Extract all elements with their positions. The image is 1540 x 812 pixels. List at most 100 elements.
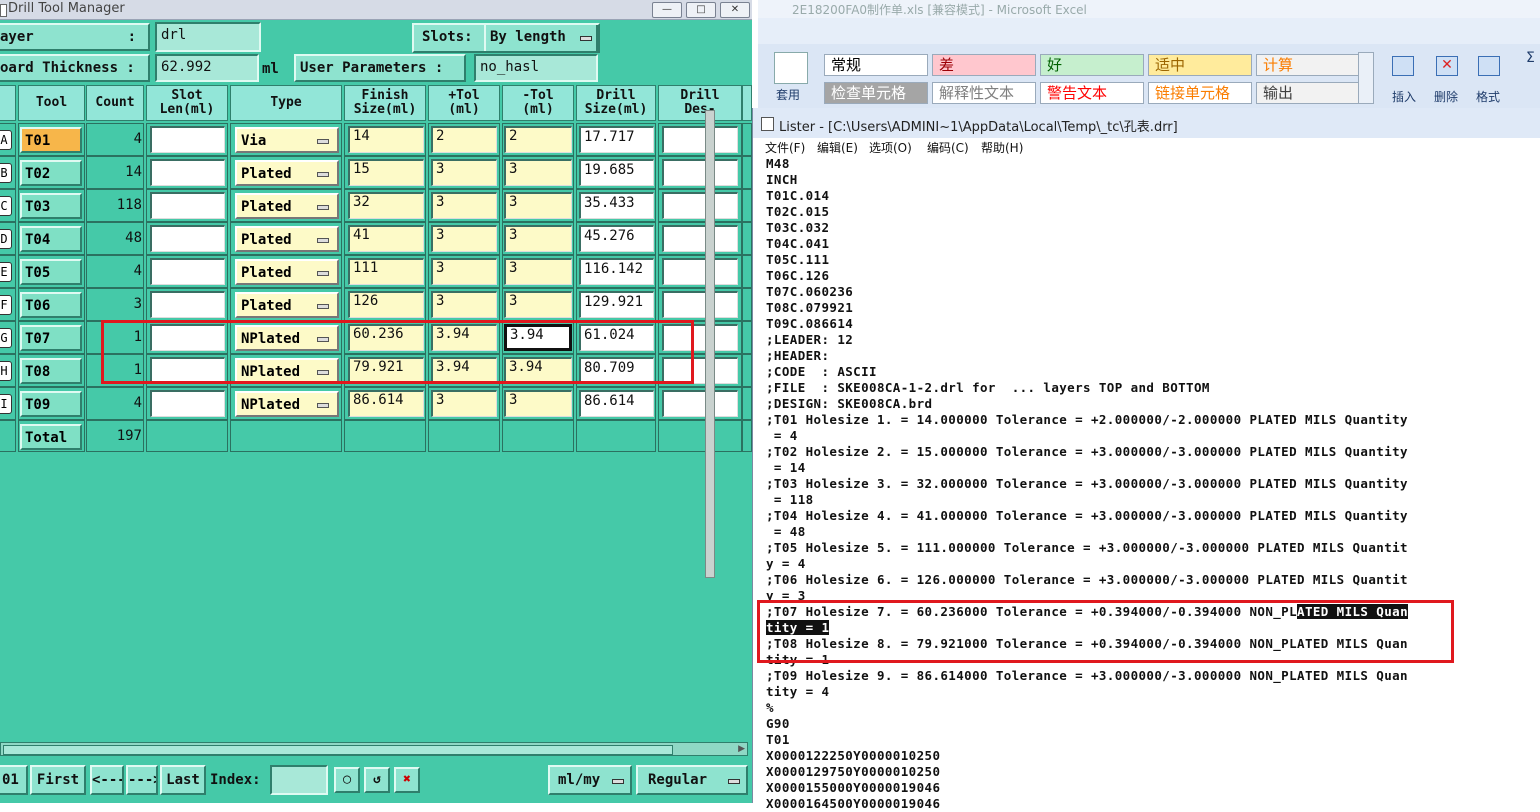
apply-format-label[interactable]: 套用 [776, 86, 800, 103]
ptol-input[interactable]: 3 [431, 159, 497, 186]
slot-length-input[interactable] [150, 225, 225, 252]
finish-input[interactable]: 126 [348, 291, 424, 318]
drill-size-input[interactable]: 86.614 [579, 390, 654, 417]
ptol-input[interactable]: 3 [431, 258, 497, 285]
slot-length-input[interactable] [150, 291, 225, 318]
insert-button-label[interactable]: 插入 [1392, 88, 1416, 105]
format-button-label[interactable]: 格式 [1476, 88, 1500, 105]
tool-button[interactable]: T08 [20, 358, 82, 384]
insert-icon[interactable] [1388, 52, 1418, 80]
close-button[interactable]: ✕ [720, 2, 750, 18]
refresh-icon[interactable]: ↺ [364, 767, 390, 793]
slot-length-input[interactable] [150, 192, 225, 219]
finish-input[interactable]: 15 [348, 159, 424, 186]
ntol-input[interactable]: 3 [504, 390, 572, 417]
board-thickness-input[interactable]: 62.992 [155, 54, 259, 82]
tool-button[interactable]: T02 [20, 160, 82, 186]
cell-style-swatch[interactable]: 警告文本 [1040, 82, 1144, 104]
mode-dropdown[interactable]: Regular [636, 765, 748, 795]
first-button[interactable]: First [30, 765, 86, 795]
table-format-icon[interactable] [774, 52, 808, 84]
gallery-scroll[interactable] [1358, 52, 1374, 104]
cell-style-swatch[interactable]: 常规 [824, 54, 928, 76]
menu-item[interactable]: 帮助(H) [981, 139, 1023, 156]
next-button[interactable]: ---> [126, 765, 158, 795]
ntol-input[interactable]: 2 [504, 126, 572, 153]
delete-icon[interactable]: ✖ [394, 767, 420, 793]
cell-style-swatch[interactable]: 检查单元格 [824, 82, 928, 104]
scroll-right-icon[interactable]: ▶ [738, 744, 745, 754]
tool-button[interactable]: T04 [20, 226, 82, 252]
drill-size-input[interactable]: 19.685 [579, 159, 654, 186]
layer-input[interactable]: drl [155, 22, 261, 52]
prev-button[interactable]: <--- [90, 765, 124, 795]
ptol-input[interactable]: 3 [431, 390, 497, 417]
maximize-button[interactable]: □ [686, 2, 716, 18]
type-dropdown[interactable]: Plated [235, 226, 339, 252]
cell-style-swatch[interactable]: 链接单元格 [1148, 82, 1252, 104]
drill-designator-input[interactable] [662, 225, 738, 252]
type-dropdown[interactable]: Plated [235, 160, 339, 186]
cell-style-swatch[interactable]: 适中 [1148, 54, 1252, 76]
type-dropdown[interactable]: Plated [235, 259, 339, 285]
drill-size-input[interactable]: 116.142 [579, 258, 654, 285]
type-dropdown[interactable]: Plated [235, 292, 339, 318]
slots-dropdown[interactable]: By length [484, 25, 598, 51]
type-dropdown[interactable]: NPlated [235, 391, 339, 417]
ntol-input[interactable]: 3 [504, 159, 572, 186]
cell-style-swatch[interactable]: 解释性文本 [932, 82, 1036, 104]
drill-designator-input[interactable] [662, 159, 738, 186]
ntol-input[interactable]: 3 [504, 291, 572, 318]
tool-button[interactable]: T03 [20, 193, 82, 219]
finish-input[interactable]: 111 [348, 258, 424, 285]
drill-designator-input[interactable] [662, 291, 738, 318]
bulb-icon[interactable]: ◯ [334, 767, 360, 793]
cell-style-swatch[interactable]: 输出 [1256, 82, 1360, 104]
ptol-input[interactable]: 3 [431, 291, 497, 318]
ptol-input[interactable]: 3 [431, 192, 497, 219]
ntol-input[interactable]: 3 [504, 258, 572, 285]
user-parameters-input[interactable]: no_hasl [474, 54, 598, 82]
cell-style-swatch[interactable]: 差 [932, 54, 1036, 76]
minimize-button[interactable]: — [652, 2, 682, 18]
tool-button[interactable]: T01 [20, 127, 82, 153]
format-icon[interactable] [1474, 52, 1504, 80]
tool-button[interactable]: T09 [20, 391, 82, 417]
slot-length-input[interactable] [150, 390, 225, 417]
tool-button[interactable]: T07 [20, 325, 82, 351]
ptol-input[interactable]: 2 [431, 126, 497, 153]
drill-size-input[interactable]: 17.717 [579, 126, 654, 153]
drill-size-input[interactable]: 45.276 [579, 225, 654, 252]
menu-item[interactable]: 编码(C) [927, 139, 969, 156]
index-input[interactable] [270, 765, 328, 795]
menu-item[interactable]: 文件(F) [765, 139, 805, 156]
slot-length-input[interactable] [150, 159, 225, 186]
drill-size-input[interactable]: 129.921 [579, 291, 654, 318]
finish-input[interactable]: 32 [348, 192, 424, 219]
drill-designator-input[interactable] [662, 126, 738, 153]
drill-size-input[interactable]: 35.433 [579, 192, 654, 219]
last-button[interactable]: Last [160, 765, 206, 795]
layer-button[interactable]: ayer : [0, 23, 150, 51]
drill-designator-input[interactable] [662, 390, 738, 417]
slot-length-input[interactable] [150, 126, 225, 153]
cell-style-swatch[interactable]: 好 [1040, 54, 1144, 76]
slot-length-input[interactable] [150, 258, 225, 285]
ntol-input[interactable]: 3 [504, 192, 572, 219]
delete-cells-icon[interactable]: ✕ [1432, 52, 1462, 80]
menu-item[interactable]: 编辑(E) [817, 139, 858, 156]
vertical-scrollbar[interactable] [705, 110, 715, 578]
finish-input[interactable]: 41 [348, 225, 424, 252]
drill-designator-input[interactable] [662, 258, 738, 285]
ptol-input[interactable]: 3 [431, 225, 497, 252]
drill-designator-input[interactable] [662, 192, 738, 219]
tool-button[interactable]: T05 [20, 259, 82, 285]
finish-input[interactable]: 86.614 [348, 390, 424, 417]
finish-input[interactable]: 14 [348, 126, 424, 153]
tool-button[interactable]: T06 [20, 292, 82, 318]
cell-style-swatch[interactable]: 计算 [1256, 54, 1360, 76]
type-dropdown[interactable]: Via [235, 127, 339, 153]
ntol-input[interactable]: 3 [504, 225, 572, 252]
type-dropdown[interactable]: Plated [235, 193, 339, 219]
scrollbar-thumb[interactable] [3, 745, 673, 755]
